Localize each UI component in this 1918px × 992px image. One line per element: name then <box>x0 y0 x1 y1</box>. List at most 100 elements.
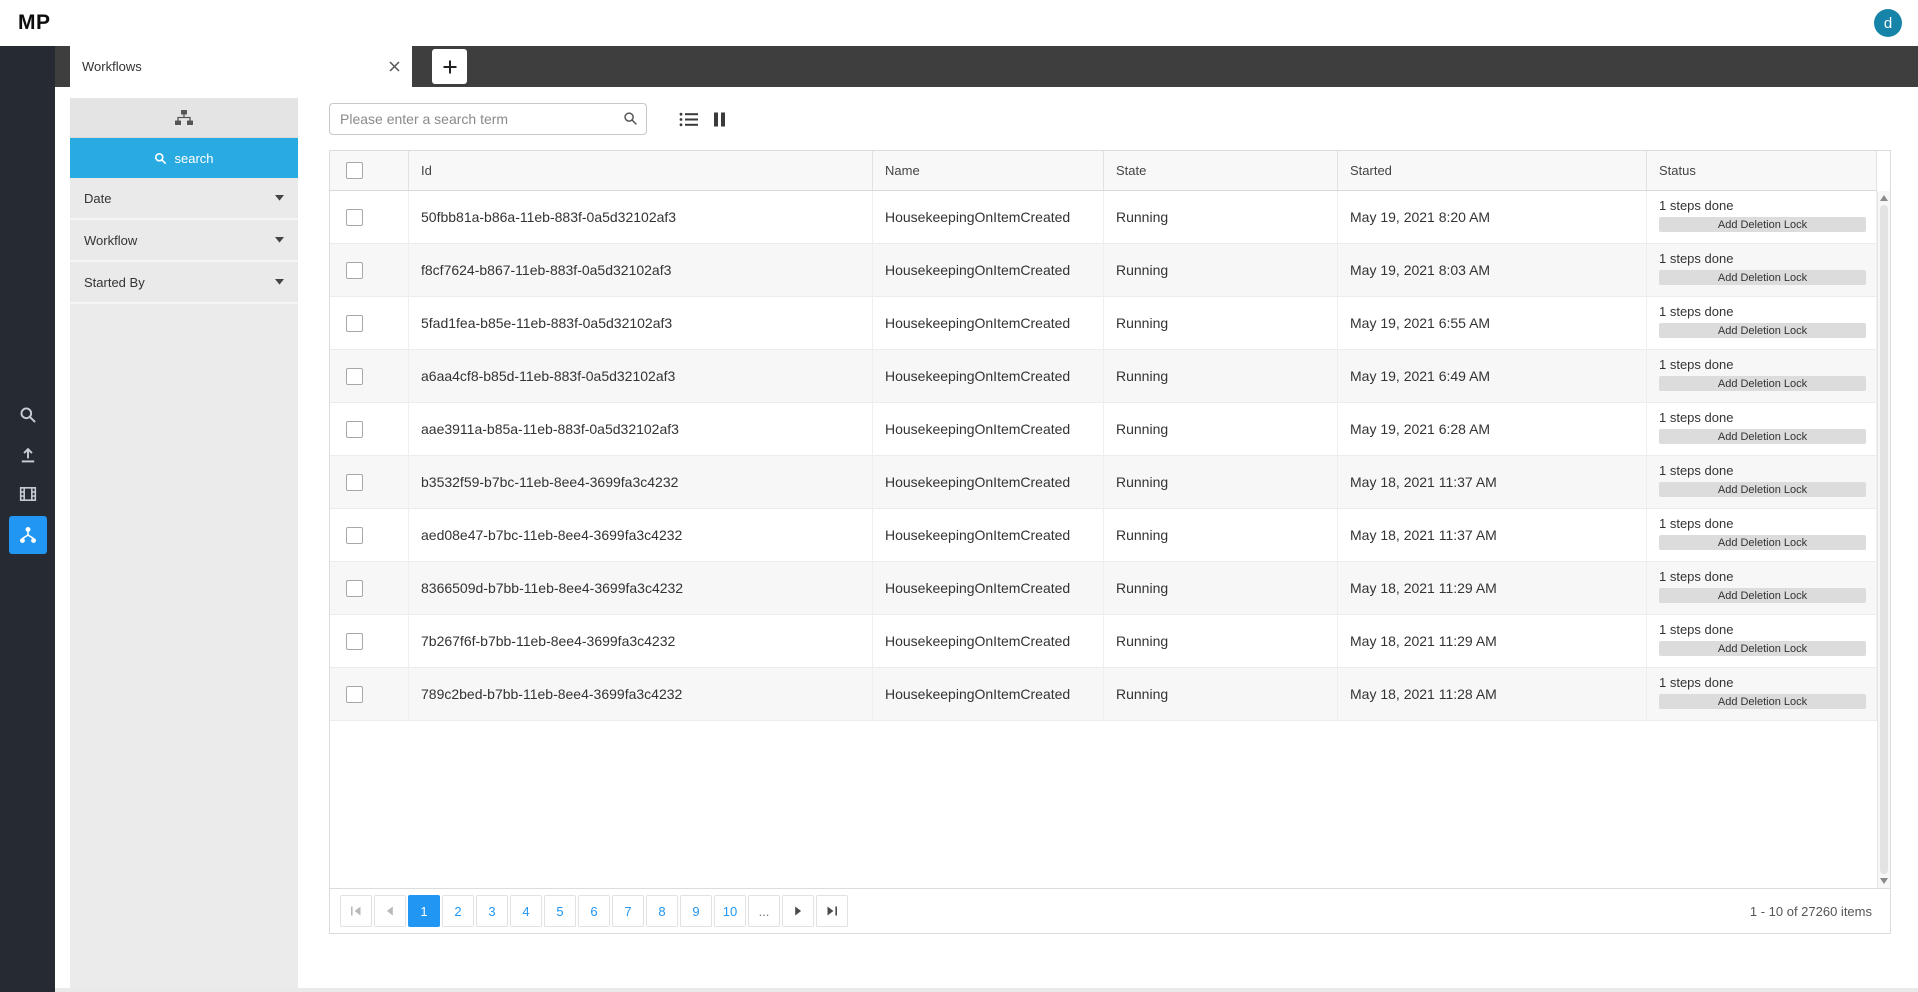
filter-search-label: search <box>174 150 214 166</box>
row-select-cell <box>330 456 409 508</box>
search-icon <box>154 152 167 165</box>
pager-page-6[interactable]: 6 <box>578 895 610 927</box>
row-checkbox[interactable] <box>346 420 363 438</box>
cell-state: Running <box>1104 456 1338 508</box>
row-select-cell <box>330 297 409 349</box>
cell-name: HousekeepingOnItemCreated <box>873 456 1104 508</box>
rail-search-button[interactable] <box>0 395 55 435</box>
select-all-cell <box>330 151 409 190</box>
row-checkbox[interactable] <box>346 632 363 650</box>
pager-page-1[interactable]: 1 <box>408 895 440 927</box>
cell-status: 1 steps done Add Deletion Lock <box>1647 191 1877 243</box>
search-icon[interactable] <box>623 111 638 126</box>
upload-icon <box>9 436 47 474</box>
column-header-name[interactable]: Name <box>873 151 1104 190</box>
pause-button[interactable] <box>713 112 726 127</box>
media-icon <box>9 475 47 513</box>
cell-status: 1 steps done Add Deletion Lock <box>1647 403 1877 455</box>
cell-started: May 18, 2021 11:29 AM <box>1338 562 1647 614</box>
column-header-id[interactable]: Id <box>409 151 873 190</box>
seek-first-icon <box>350 905 362 917</box>
column-header-started[interactable]: Started <box>1338 151 1647 190</box>
table-row[interactable]: b3532f59-b7bc-11eb-8ee4-3699fa3c4232 Hou… <box>330 456 1877 509</box>
arrow-right-icon <box>792 905 804 917</box>
filter-section-started-by[interactable]: Started By <box>70 262 298 304</box>
filter-search-button[interactable]: search <box>70 138 298 178</box>
search-input[interactable] <box>329 103 647 135</box>
cell-started: May 19, 2021 6:55 AM <box>1338 297 1647 349</box>
column-header-status[interactable]: Status <box>1647 151 1877 190</box>
list-view-button[interactable] <box>679 112 699 127</box>
table-row[interactable]: 8366509d-b7bb-11eb-8ee4-3699fa3c4232 Hou… <box>330 562 1877 615</box>
close-icon[interactable] <box>389 61 400 72</box>
row-checkbox[interactable] <box>346 526 363 544</box>
cell-state: Running <box>1104 509 1338 561</box>
cell-name: HousekeepingOnItemCreated <box>873 350 1104 402</box>
pager-prev-button[interactable] <box>374 895 406 927</box>
vertical-scrollbar[interactable] <box>1877 191 1890 888</box>
row-select-cell <box>330 403 409 455</box>
table-row[interactable]: 50fbb81a-b86a-11eb-883f-0a5d32102af3 Hou… <box>330 191 1877 244</box>
hierarchy-toolbar-button[interactable] <box>70 98 298 138</box>
tab-workflows[interactable]: Workflows <box>70 46 412 87</box>
pager-page-4[interactable]: 4 <box>510 895 542 927</box>
cell-name: HousekeepingOnItemCreated <box>873 615 1104 667</box>
table-row[interactable]: aae3911a-b85a-11eb-883f-0a5d32102af3 Hou… <box>330 403 1877 456</box>
cell-started: May 18, 2021 11:37 AM <box>1338 456 1647 508</box>
cell-id: b3532f59-b7bc-11eb-8ee4-3699fa3c4232 <box>409 456 873 508</box>
rail-workflows-button[interactable] <box>0 515 55 555</box>
user-avatar[interactable]: d <box>1874 9 1902 37</box>
steps-label: 1 steps done <box>1659 357 1734 372</box>
app-logo: MP <box>18 11 51 34</box>
row-checkbox[interactable] <box>346 685 363 703</box>
scroll-down-arrow[interactable] <box>1880 878 1888 884</box>
row-checkbox[interactable] <box>346 261 363 279</box>
rail-media-button[interactable] <box>0 474 55 514</box>
pager-next-button[interactable] <box>782 895 814 927</box>
filter-section-workflow[interactable]: Workflow <box>70 220 298 262</box>
new-tab-button[interactable] <box>432 49 467 84</box>
table-row[interactable]: 5fad1fea-b85e-11eb-883f-0a5d32102af3 Hou… <box>330 297 1877 350</box>
row-checkbox[interactable] <box>346 208 363 226</box>
pager-last-button[interactable] <box>816 895 848 927</box>
current-step-progress: Add Deletion Lock <box>1659 694 1866 709</box>
cell-status: 1 steps done Add Deletion Lock <box>1647 350 1877 402</box>
table-row[interactable]: 7b267f6f-b7bb-11eb-8ee4-3699fa3c4232 Hou… <box>330 615 1877 668</box>
pager-page-8[interactable]: 8 <box>646 895 678 927</box>
pager-ellipsis[interactable]: ... <box>748 895 780 927</box>
pager-info: 1 - 10 of 27260 items <box>1749 903 1872 919</box>
cell-state: Running <box>1104 297 1338 349</box>
scroll-thumb[interactable] <box>1880 205 1888 874</box>
table-row[interactable]: aed08e47-b7bc-11eb-8ee4-3699fa3c4232 Hou… <box>330 509 1877 562</box>
pager-page-7[interactable]: 7 <box>612 895 644 927</box>
current-step-progress: Add Deletion Lock <box>1659 482 1866 497</box>
left-rail <box>0 46 55 992</box>
rail-upload-button[interactable] <box>0 435 55 475</box>
pager-first-button[interactable] <box>340 895 372 927</box>
pager-page-10[interactable]: 10 <box>714 895 746 927</box>
row-checkbox[interactable] <box>346 473 363 491</box>
row-select-cell <box>330 350 409 402</box>
column-header-state[interactable]: State <box>1104 151 1338 190</box>
row-checkbox[interactable] <box>346 367 363 385</box>
pager-pages: 1 2 3 4 5 6 7 8 9 10 <box>408 895 748 927</box>
steps-label: 1 steps done <box>1659 198 1734 213</box>
filter-section-date[interactable]: Date <box>70 178 298 220</box>
cell-id: a6aa4cf8-b85d-11eb-883f-0a5d32102af3 <box>409 350 873 402</box>
grid-toolbar <box>329 103 740 135</box>
table-row[interactable]: f8cf7624-b867-11eb-883f-0a5d32102af3 Hou… <box>330 244 1877 297</box>
select-all-checkbox[interactable] <box>346 162 363 179</box>
cell-status: 1 steps done Add Deletion Lock <box>1647 615 1877 667</box>
table-row[interactable]: a6aa4cf8-b85d-11eb-883f-0a5d32102af3 Hou… <box>330 350 1877 403</box>
pager-page-3[interactable]: 3 <box>476 895 508 927</box>
pager-page-9[interactable]: 9 <box>680 895 712 927</box>
pager-page-5[interactable]: 5 <box>544 895 576 927</box>
current-step-progress: Add Deletion Lock <box>1659 429 1866 444</box>
chevron-down-icon <box>275 195 284 201</box>
table-row[interactable]: 789c2bed-b7bb-11eb-8ee4-3699fa3c4232 Hou… <box>330 668 1877 721</box>
cell-state: Running <box>1104 403 1338 455</box>
row-checkbox[interactable] <box>346 579 363 597</box>
row-checkbox[interactable] <box>346 314 363 332</box>
scroll-up-arrow[interactable] <box>1880 195 1888 201</box>
pager-page-2[interactable]: 2 <box>442 895 474 927</box>
